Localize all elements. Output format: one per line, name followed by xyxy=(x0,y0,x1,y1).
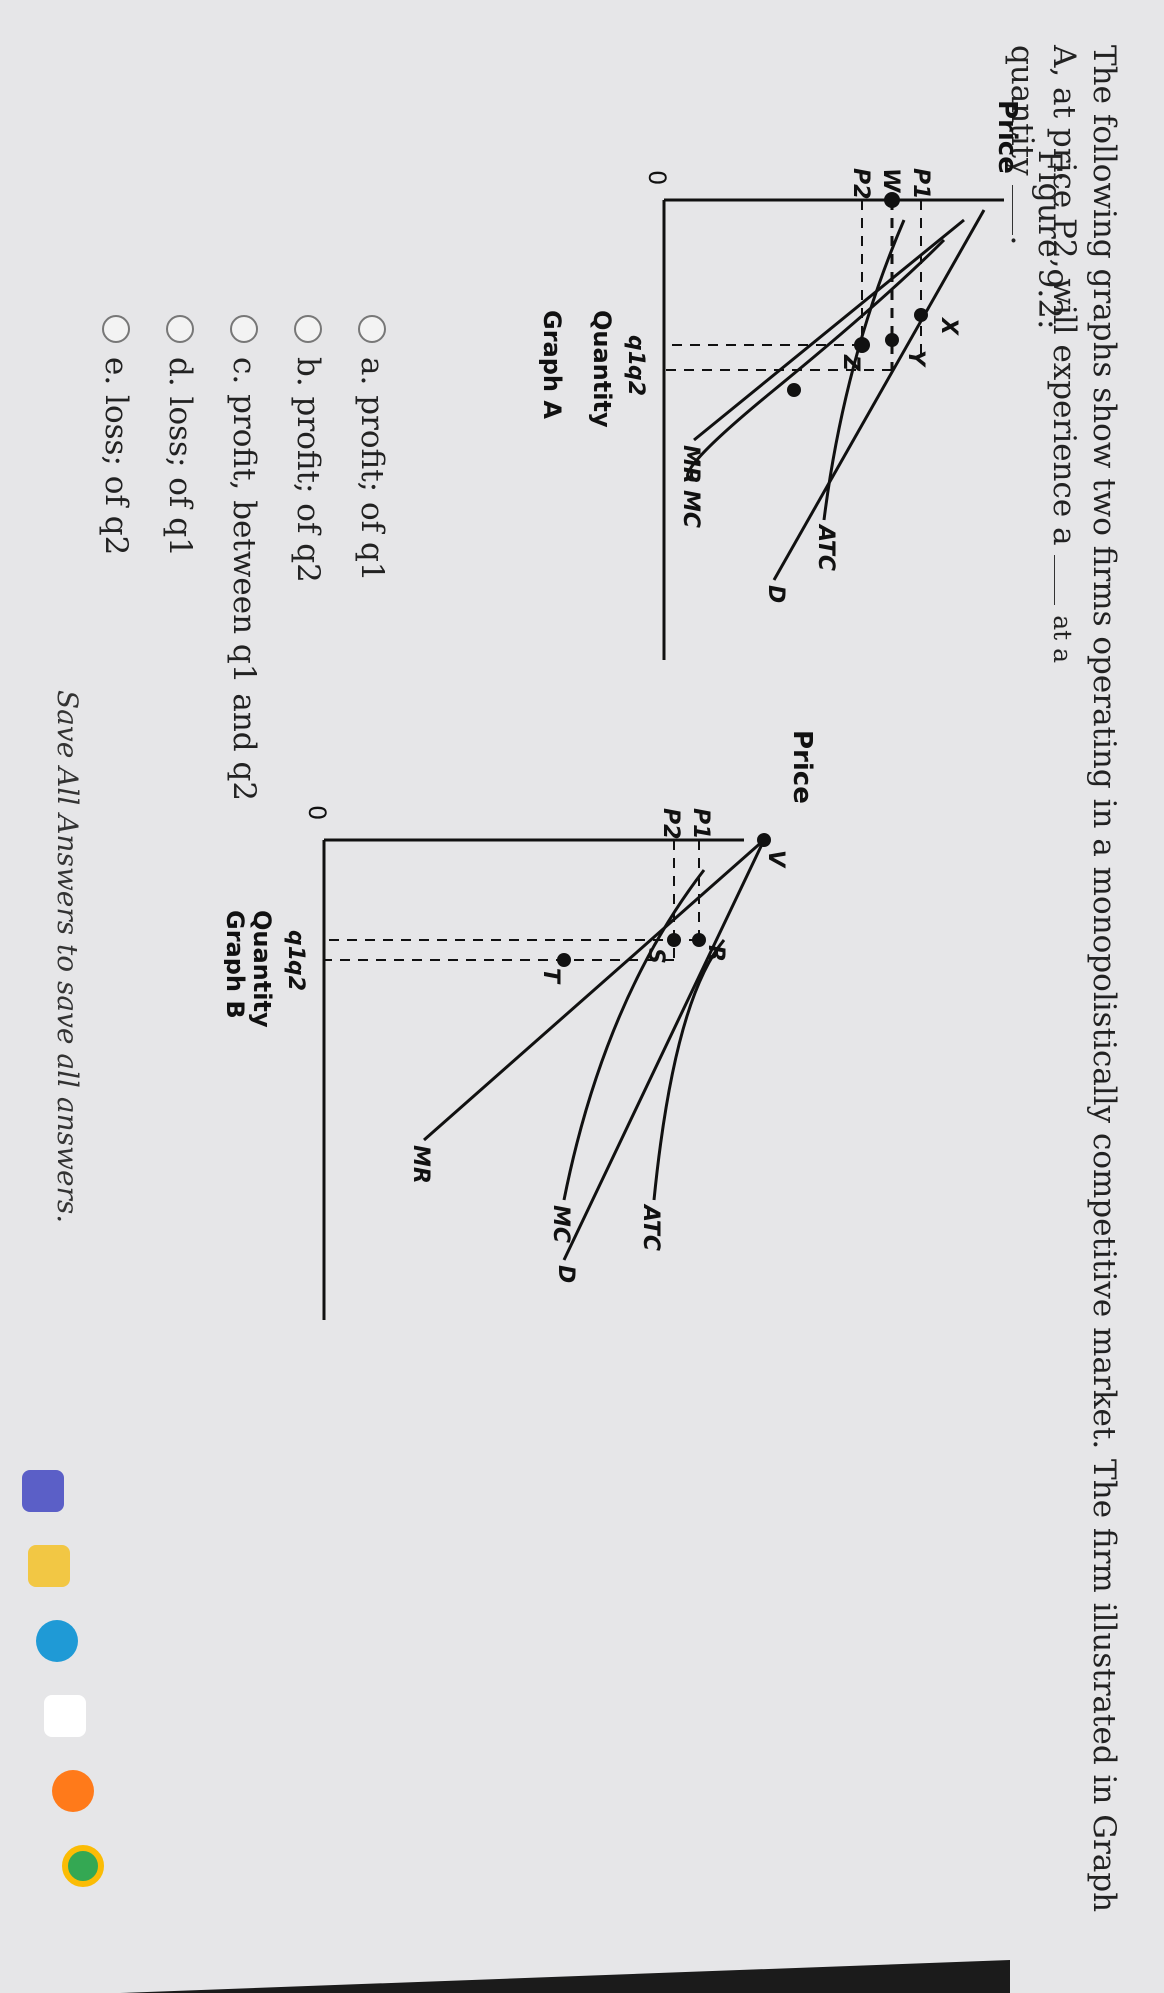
graph-b-point-label-r: R xyxy=(703,945,728,962)
graph-a-caption: Graph A xyxy=(538,310,566,419)
graph-b-point-t xyxy=(557,953,571,967)
radio-b[interactable] xyxy=(294,315,322,343)
choice-d-label: d. loss; of q1 xyxy=(162,357,198,557)
graph-b-demand-curve xyxy=(562,839,766,1261)
graph-b-price-label-p2: P2 xyxy=(658,808,683,839)
question-text-after: at a xyxy=(1048,615,1077,664)
graph-a-point-y xyxy=(885,333,899,347)
choice-d[interactable]: d. loss; of q1 xyxy=(148,315,212,801)
graph-b-curve-label-atc: ATC xyxy=(638,1203,663,1251)
answer-choices: a. profit; of q1 b. profit; of q2 c. pro… xyxy=(84,315,404,801)
graph-a-point-mc-atc xyxy=(787,383,801,397)
graph-a-point-z xyxy=(854,337,870,353)
graph-a-quantity-label-q2: q2 xyxy=(623,365,648,396)
graph-a-mr-curve xyxy=(693,218,965,442)
radio-d[interactable] xyxy=(166,315,194,343)
graph-b-point-s xyxy=(667,933,681,947)
graph-b-quantity-label-q2: q2 xyxy=(283,960,308,991)
rotated-page: The following graphs show two firms oper… xyxy=(0,0,1164,1993)
graph-b-origin: 0 xyxy=(303,805,331,820)
graph-b-x-axis-label: Quantity xyxy=(248,910,276,1028)
graph-a-point-label-y: Y xyxy=(903,350,928,368)
graph-a-quantity-label-q1: q1 xyxy=(623,335,648,366)
choice-a-label: a. profit; of q1 xyxy=(354,357,390,582)
radio-a[interactable] xyxy=(358,315,386,343)
graph-b-curve-label-d: D xyxy=(553,1265,578,1283)
graph-a-curve-label-atc: ATC xyxy=(813,523,838,571)
graph-b-curve-label-mr: MR xyxy=(408,1145,433,1184)
graph-b-point-label-s: S xyxy=(643,948,668,964)
save-note: Save All Answers to save all answers. xyxy=(51,690,84,1224)
graph-a-origin: 0 xyxy=(643,170,671,185)
graph-a-price-label-p2: P2 xyxy=(848,168,873,199)
choice-e-label: e. loss; of q2 xyxy=(98,357,134,556)
graph-a-curve-label-mc: MC xyxy=(678,490,703,528)
radio-e[interactable] xyxy=(102,315,130,343)
graph-a-x-axis-label: Quantity xyxy=(588,310,616,428)
graph-a-point-label-z: Z xyxy=(838,354,863,372)
radio-c[interactable] xyxy=(230,315,258,343)
graph-b-price-label-p1: P1 xyxy=(688,808,713,839)
graph-b-point-label-t: T xyxy=(538,968,563,985)
graph-a-point-label-x: X xyxy=(936,316,961,336)
graph-b-point-v xyxy=(757,833,771,847)
graph-a-point-x xyxy=(914,308,928,322)
graph-a-y-axis-label: Price xyxy=(992,100,1022,174)
photo-background: The following graphs show two firms oper… xyxy=(0,0,1164,1993)
figure-label: Figure 9.2: xyxy=(1031,150,1069,330)
graph-b-y-axis-label: Price xyxy=(787,730,817,804)
graph-a-price-label-p1: P1 xyxy=(908,168,933,199)
graph-a-curve-label-d: D xyxy=(763,585,788,603)
screen-area: The following graphs show two firms oper… xyxy=(0,0,1164,1993)
choice-b-label: b. profit; of q2 xyxy=(290,357,326,583)
graph-a-demand-curve xyxy=(772,209,986,581)
choice-e[interactable]: e. loss; of q2 xyxy=(84,315,148,801)
choice-a[interactable]: a. profit; of q1 xyxy=(340,315,404,801)
graph-b-mr-curve xyxy=(423,838,765,1142)
graph-a-point-w xyxy=(884,192,900,208)
choice-b[interactable]: b. profit; of q2 xyxy=(276,315,340,801)
choice-c[interactable]: c. profit, between q1 and q2 xyxy=(212,315,276,801)
graph-a-price-label-w: W xyxy=(878,168,903,194)
answer-blank-1 xyxy=(1054,555,1055,606)
graph-a: Price 0 P1 W P2 X Y Z MC ATC D MR q1 q2 … xyxy=(538,100,1022,660)
graph-b-point-label-v: V xyxy=(763,850,788,869)
graph-b-atc-curve xyxy=(652,939,726,1201)
choice-c-label: c. profit, between q1 and q2 xyxy=(226,357,262,802)
graph-b-curve-label-mc: MC xyxy=(548,1205,573,1243)
graph-a-curve-label-mr: MR xyxy=(678,445,703,484)
graph-b-quantity-label-q1: q1 xyxy=(283,930,308,961)
graph-b-caption: Graph B xyxy=(224,910,249,1019)
